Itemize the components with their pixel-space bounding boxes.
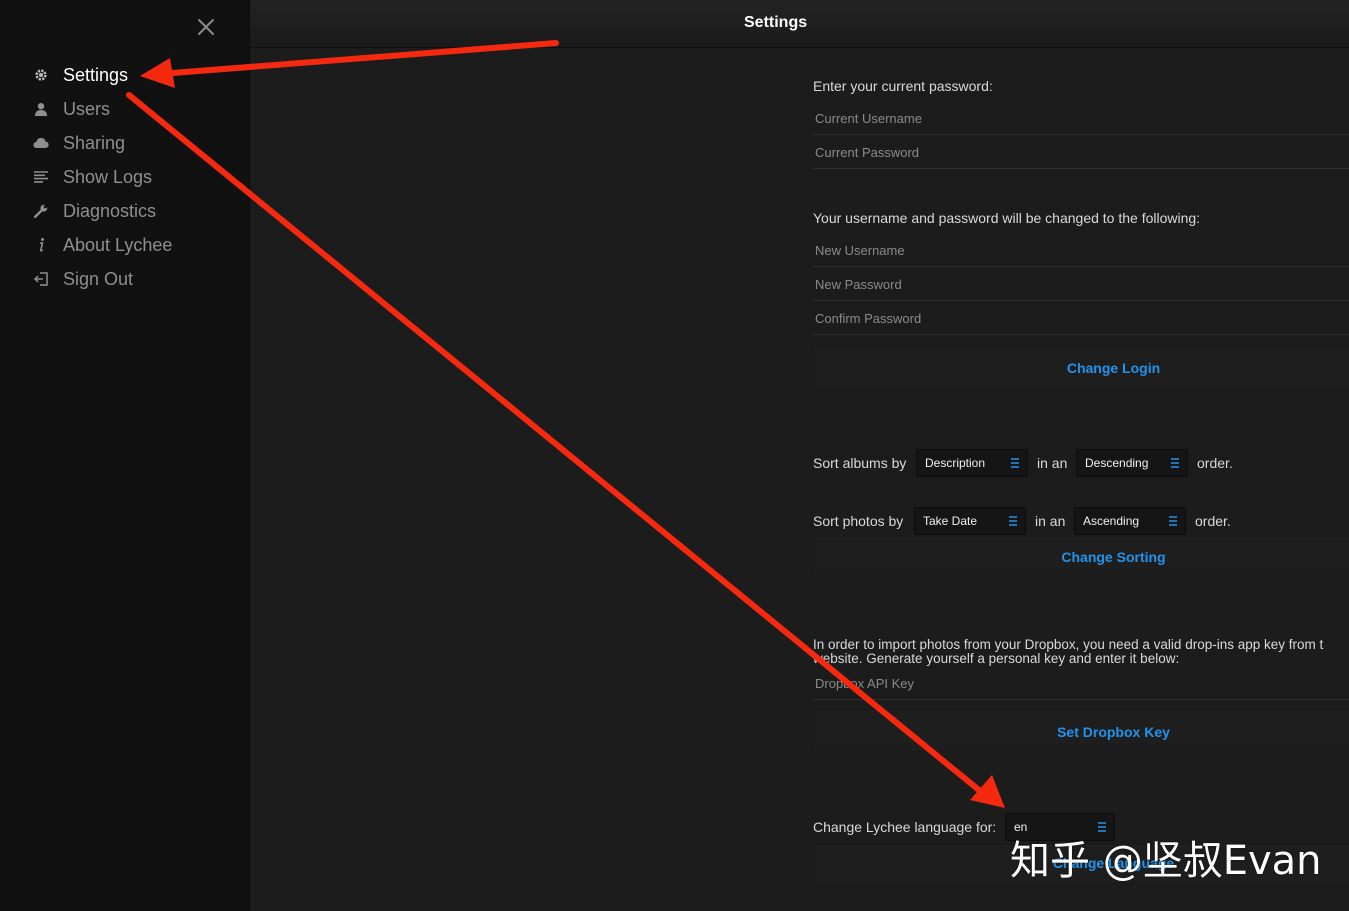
language-label: Change Lychee language for:	[813, 819, 997, 835]
dropbox-key-input[interactable]	[813, 667, 1349, 700]
list-icon	[30, 168, 52, 186]
gear-icon	[30, 66, 52, 84]
current-password-input[interactable]	[813, 136, 1349, 169]
new-credentials-prompt: Your username and password will be chang…	[813, 210, 1201, 226]
sort-albums-order-suffix: order.	[1197, 455, 1233, 471]
sort-albums-label: Sort albums by	[813, 455, 907, 471]
sidebar-item-label: Sign Out	[63, 268, 134, 289]
annotation-arrow-to-language	[126, 92, 1005, 808]
select-chevron-icon	[1009, 516, 1017, 526]
sidebar-item-label: About Lychee	[63, 234, 173, 255]
current-password-prompt: Enter your current password:	[813, 78, 993, 94]
new-password-input[interactable]	[813, 268, 1349, 301]
sidebar-item-sign-out[interactable]: Sign Out	[30, 265, 133, 293]
set-dropbox-key-button[interactable]: Set Dropbox Key	[813, 710, 1349, 752]
cloud-icon	[30, 134, 52, 152]
select-value: Take Date	[923, 514, 978, 528]
select-chevron-icon	[1169, 516, 1177, 526]
change-sorting-button[interactable]: Change Sorting	[813, 536, 1349, 576]
sidebar-item-label: Diagnostics	[63, 200, 157, 221]
sidebar-item-label: Settings	[63, 64, 129, 85]
confirm-password-input[interactable]	[813, 302, 1349, 335]
sort-photos-label: Sort photos by	[813, 513, 904, 529]
sidebar-item-users[interactable]: Users	[30, 95, 110, 123]
new-username-input[interactable]	[813, 234, 1349, 267]
change-login-button[interactable]: Change Login	[813, 346, 1349, 388]
dropbox-help-text: In order to import photos from your Drop…	[813, 638, 1323, 666]
sidebar-item-sharing[interactable]: Sharing	[30, 129, 125, 157]
sidebar-item-settings[interactable]: Settings	[30, 61, 128, 89]
sort-photos-order-suffix: order.	[1195, 513, 1231, 529]
sidebar-item-label: Users	[63, 98, 111, 119]
sidebar: Settings Users Sharing Show Logs Diagnos…	[0, 0, 250, 911]
select-value: Description	[925, 456, 986, 470]
sort-photos-by-select[interactable]: Take Date	[914, 507, 1026, 535]
watermark: 知乎 @坚叔Evan	[1010, 838, 1322, 884]
select-value: Descending	[1085, 456, 1149, 470]
sidebar-item-show-logs[interactable]: Show Logs	[30, 163, 152, 191]
close-icon	[198, 19, 214, 35]
dropbox-help-line-2: website. Generate yourself a personal ke…	[813, 651, 1180, 666]
sort-albums-order-select[interactable]: Descending	[1076, 449, 1188, 477]
sort-albums-in-an-label: in an	[1037, 455, 1068, 471]
select-value: Ascending	[1083, 514, 1140, 528]
sidebar-item-diagnostics[interactable]: Diagnostics	[30, 197, 156, 225]
sidebar-item-label: Sharing	[63, 132, 126, 153]
wrench-icon	[30, 202, 52, 220]
sort-albums-by-select[interactable]: Description	[916, 449, 1028, 477]
header: Settings	[250, 0, 1349, 48]
sign-out-icon	[30, 270, 52, 288]
sort-photos-order-select[interactable]: Ascending	[1074, 507, 1186, 535]
user-icon	[30, 100, 52, 118]
sidebar-item-label: Show Logs	[63, 166, 153, 187]
current-username-input[interactable]	[813, 102, 1349, 135]
info-icon	[30, 236, 52, 254]
dropbox-help-line-1: In order to import photos from your Drop…	[813, 637, 1324, 652]
select-chevron-icon	[1171, 458, 1179, 468]
page-title: Settings	[744, 14, 808, 31]
sidebar-item-about-lychee[interactable]: About Lychee	[30, 231, 172, 259]
close-sidebar-button[interactable]	[195, 16, 217, 38]
select-chevron-icon	[1011, 458, 1019, 468]
sort-photos-in-an-label: in an	[1035, 513, 1066, 529]
